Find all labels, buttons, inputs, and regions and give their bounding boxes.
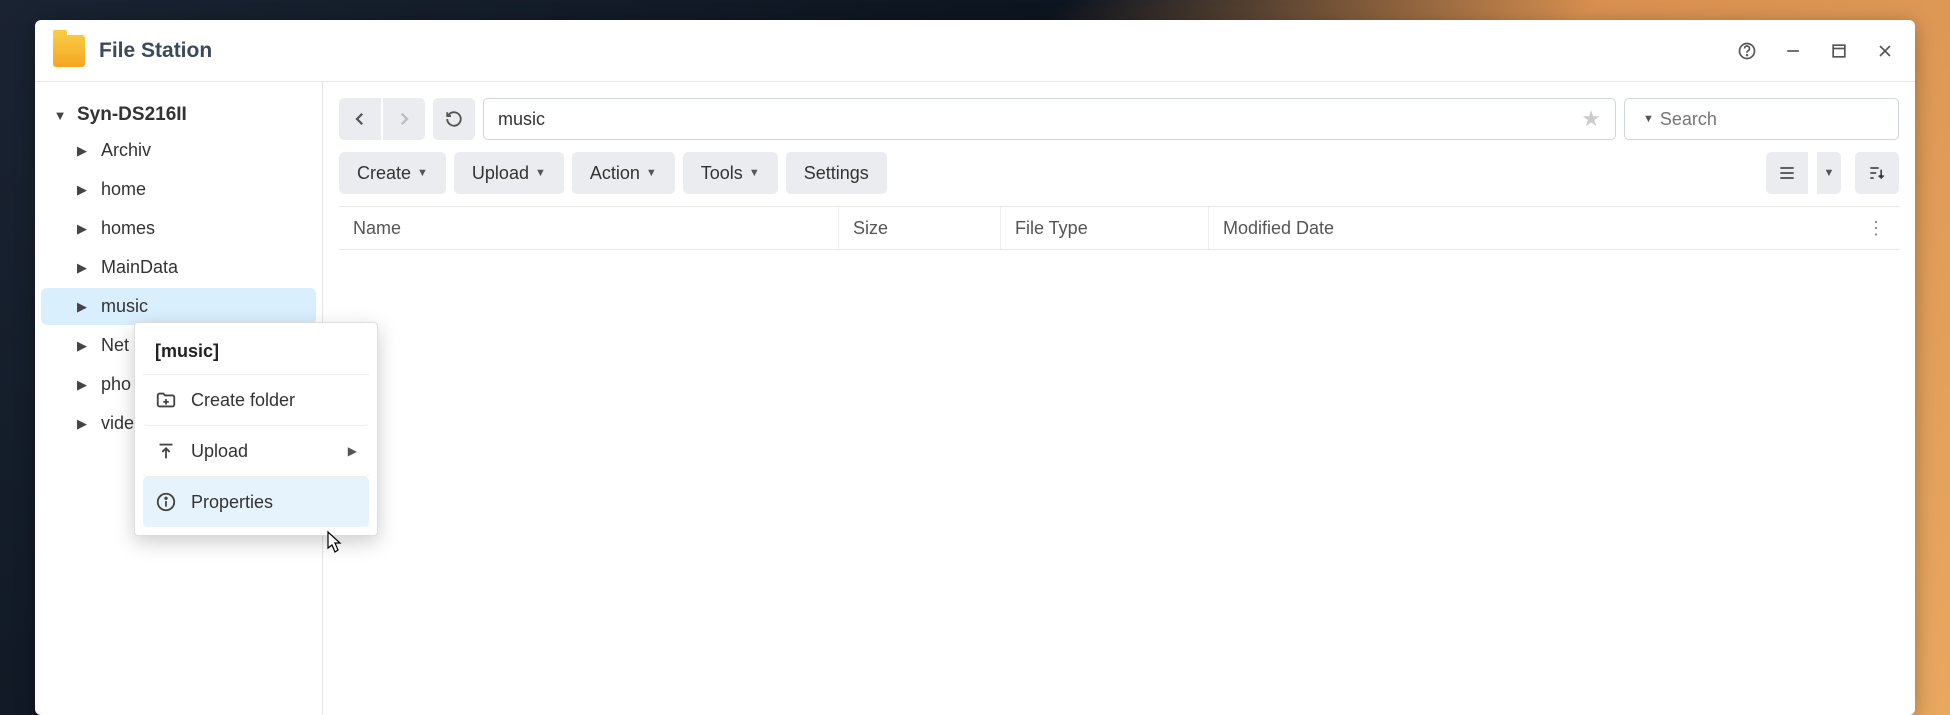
sidebar-item-label: Archiv: [101, 140, 151, 161]
action-toolbar: Create▼ Upload▼ Action▼ Tools▼ Settings: [339, 152, 1899, 194]
search-input[interactable]: [1660, 109, 1892, 130]
col-options[interactable]: ⋮: [1853, 207, 1899, 249]
titlebar: File Station: [35, 20, 1915, 82]
col-type[interactable]: File Type: [1001, 207, 1209, 249]
context-item-label: Properties: [191, 492, 273, 513]
sidebar-item-homes[interactable]: ▶ homes: [41, 210, 316, 247]
info-icon: [155, 491, 177, 513]
context-menu: [music] Create folder Upload ▶ Propertie…: [134, 322, 378, 536]
minimize-button[interactable]: [1781, 39, 1805, 63]
settings-button[interactable]: Settings: [786, 152, 887, 194]
context-properties[interactable]: Properties: [143, 477, 369, 527]
help-button[interactable]: [1735, 39, 1759, 63]
chevron-down-icon: ▼: [535, 167, 546, 179]
chevron-right-icon: ▶: [348, 444, 357, 458]
main-panel: music ★ ▼ Create▼ Upload▼ Action▼: [323, 82, 1915, 715]
view-dropdown[interactable]: ▼: [1817, 152, 1841, 194]
chevron-right-icon: ▶: [75, 338, 89, 354]
chevron-down-icon[interactable]: ▼: [1643, 113, 1654, 125]
sidebar-item-archiv[interactable]: ▶ Archiv: [41, 132, 316, 169]
chevron-right-icon: ▶: [75, 143, 89, 159]
table-header: Name Size File Type Modified Date ⋮: [339, 206, 1899, 250]
chevron-right-icon: ▶: [75, 221, 89, 237]
maximize-button[interactable]: [1827, 39, 1851, 63]
window-controls: [1735, 39, 1897, 63]
list-view-button[interactable]: [1766, 152, 1808, 194]
root-label: Syn-DS216II: [77, 104, 187, 126]
context-item-label: Upload: [191, 441, 248, 462]
context-item-label: Create folder: [191, 390, 295, 411]
sidebar-item-label: music: [101, 296, 148, 317]
context-menu-header: [music]: [143, 327, 369, 375]
sidebar-item-label: vide: [101, 413, 134, 434]
path-bar[interactable]: music ★: [483, 98, 1616, 140]
action-button[interactable]: Action▼: [572, 152, 675, 194]
chevron-right-icon: ▶: [75, 260, 89, 276]
col-name[interactable]: Name: [339, 207, 839, 249]
forward-button[interactable]: [383, 98, 425, 140]
chevron-right-icon: ▶: [75, 299, 89, 315]
nav-toolbar: music ★ ▼: [339, 98, 1899, 140]
sort-button[interactable]: [1855, 152, 1899, 194]
sidebar-item-maindata[interactable]: ▶ MainData: [41, 249, 316, 286]
chevron-down-icon: ▼: [53, 108, 67, 123]
sidebar-item-label: pho: [101, 374, 131, 395]
sidebar-item-label: homes: [101, 218, 155, 239]
sidebar-item-label: home: [101, 179, 146, 200]
window-title: File Station: [99, 39, 1735, 63]
tools-button[interactable]: Tools▼: [683, 152, 778, 194]
sidebar-item-label: Net: [101, 335, 129, 356]
app-folder-icon: [53, 35, 85, 67]
col-size[interactable]: Size: [839, 207, 1001, 249]
create-button[interactable]: Create▼: [339, 152, 446, 194]
chevron-right-icon: ▶: [75, 182, 89, 198]
sidebar-item-home[interactable]: ▶ home: [41, 171, 316, 208]
upload-icon: [155, 440, 177, 462]
sidebar-item-label: MainData: [101, 257, 178, 278]
upload-button[interactable]: Upload▼: [454, 152, 564, 194]
tree-root[interactable]: ▼ Syn-DS216II: [41, 100, 316, 130]
chevron-right-icon: ▶: [75, 377, 89, 393]
search-bar[interactable]: ▼: [1624, 98, 1899, 140]
path-text: music: [498, 109, 545, 130]
sidebar-item-music[interactable]: ▶ music: [41, 288, 316, 325]
chevron-down-icon: ▼: [646, 167, 657, 179]
favorite-star-icon[interactable]: ★: [1581, 106, 1601, 132]
close-button[interactable]: [1873, 39, 1897, 63]
chevron-down-icon: ▼: [749, 167, 760, 179]
col-modified[interactable]: Modified Date: [1209, 207, 1853, 249]
create-folder-icon: [155, 389, 177, 411]
context-upload[interactable]: Upload ▶: [143, 426, 369, 477]
refresh-button[interactable]: [433, 98, 475, 140]
back-button[interactable]: [339, 98, 381, 140]
context-create-folder[interactable]: Create folder: [143, 375, 369, 426]
chevron-right-icon: ▶: [75, 416, 89, 432]
chevron-down-icon: ▼: [417, 167, 428, 179]
